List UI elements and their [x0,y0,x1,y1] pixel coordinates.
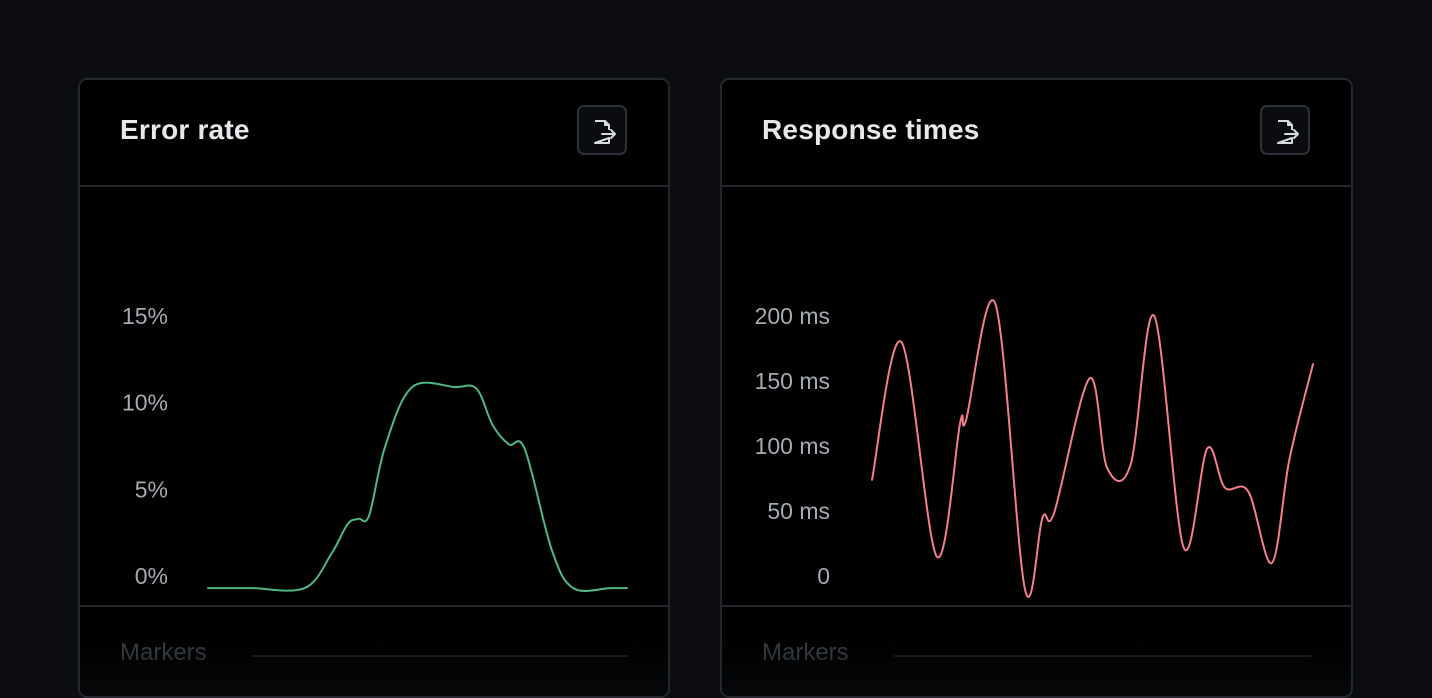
card-header: Response times [722,80,1351,187]
markers-section: Markers [722,605,1351,696]
y-tick-label: 0 [817,563,830,589]
series-line [871,299,1314,598]
y-tick-label: 50 ms [767,498,830,524]
card-header: Error rate [80,80,668,187]
series-line [207,381,628,592]
error-rate-card: Error rate 0%5%10%15%13:0013:3014:00 Mar… [78,78,670,698]
export-file-icon [594,120,616,144]
y-tick-label: 150 ms [755,368,830,394]
y-tick-label: 15% [122,303,168,329]
markers-section: Markers [80,605,668,696]
y-tick-label: 100 ms [755,433,830,459]
y-tick-label: 10% [122,390,168,416]
y-tick-label: 0% [135,563,168,589]
error-rate-chart: 0%5%10%15%13:0013:3014:00 [122,303,628,592]
card-title: Response times [762,114,980,145]
markers-label: Markers [762,639,849,666]
y-tick-label: 200 ms [755,303,830,329]
markers-label: Markers [120,639,207,666]
divider [252,655,628,657]
response-times-card: Response times 050 ms100 ms150 ms200 ms1… [720,78,1353,698]
response-times-chart: 050 ms100 ms150 ms200 ms13:0013:3014:00 [755,299,1314,598]
divider [894,655,1311,657]
y-tick-label: 5% [135,476,168,502]
export-button[interactable] [1260,105,1310,155]
export-file-icon [1277,120,1299,144]
export-button[interactable] [577,105,627,155]
card-title: Error rate [120,114,250,145]
